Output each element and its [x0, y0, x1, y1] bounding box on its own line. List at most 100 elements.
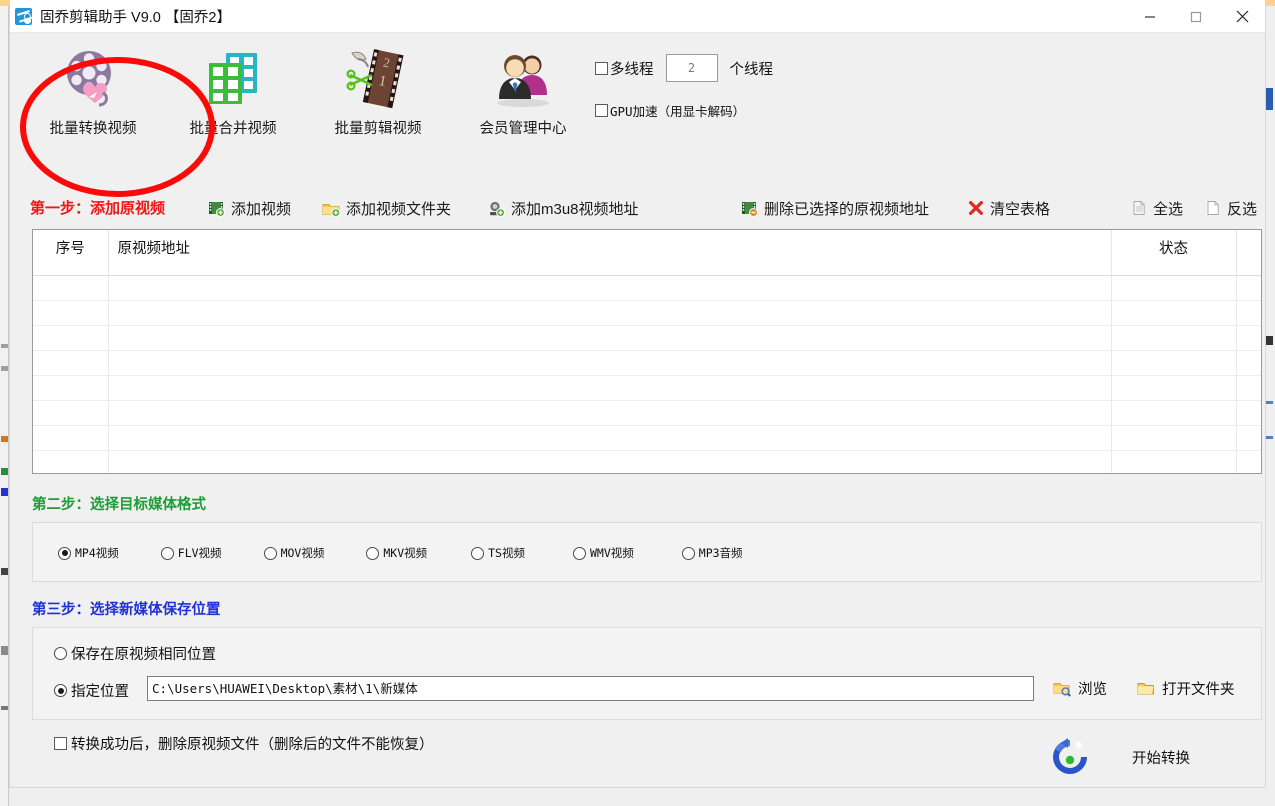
format-option-TS视频[interactable]: TS视频 [471, 545, 525, 561]
format-radio[interactable] [366, 546, 380, 560]
toolbar-button-label: 批量转换视频 [49, 121, 137, 137]
format-option-MOV视频[interactable]: MOV视频 [263, 545, 324, 561]
format-radio[interactable] [681, 546, 695, 560]
format-radio[interactable] [572, 546, 586, 560]
save-custom-location-option[interactable]: 指定位置 [54, 680, 129, 701]
table-cell[interactable] [108, 325, 1112, 351]
film-strip-scissors-icon: 2 1 [313, 42, 443, 116]
output-path-input[interactable]: C:\Users\HUAWEI\Desktop\素材\1\新媒体 [147, 676, 1034, 701]
bottom-area: 转换成功后，删除原视频文件（删除后的文件不能恢复） 开始转换 [10, 723, 1265, 787]
delete-selected-button[interactable]: 删除已选择的原视频地址 [741, 193, 929, 223]
table-row[interactable] [33, 275, 1261, 301]
table-cell[interactable] [1111, 275, 1237, 301]
column-header-status[interactable]: 状态 [1111, 230, 1237, 276]
table-cell[interactable] [33, 400, 109, 426]
format-label: FLV视频 [177, 546, 222, 560]
table-row[interactable] [33, 325, 1261, 351]
clear-table-button[interactable]: 清空表格 [968, 193, 1050, 223]
same-location-radio[interactable] [54, 647, 67, 660]
table-cell[interactable] [1236, 350, 1261, 376]
table-cell[interactable] [1111, 375, 1237, 401]
table-cell[interactable] [108, 425, 1112, 451]
table-cell[interactable] [1236, 425, 1261, 451]
table-cell[interactable] [1236, 300, 1261, 326]
add-video-label: 添加视频 [231, 200, 292, 218]
video-list-table[interactable]: 序号 原视频地址 状态 [32, 229, 1262, 474]
table-cell[interactable] [33, 275, 109, 301]
toolbar-button-batch-merge[interactable]: 批量合并视频 [168, 42, 298, 138]
thread-unit-label: 个线程 [729, 61, 774, 78]
browse-button[interactable]: 浏览 [1053, 678, 1107, 699]
table-cell[interactable] [33, 325, 109, 351]
table-cell[interactable] [33, 300, 109, 326]
step2-panel: MP4视频 FLV视频 MOV视频 MKV视频 TS视频 WMV视频 MP3音频 [32, 522, 1262, 582]
start-convert-button[interactable]: 开始转换 [1048, 735, 1190, 779]
table-cell[interactable] [1236, 450, 1261, 473]
format-option-MP3音频[interactable]: MP3音频 [681, 545, 743, 561]
table-row[interactable] [33, 350, 1261, 376]
open-folder-button[interactable]: 打开文件夹 [1137, 678, 1235, 699]
table-cell[interactable] [33, 375, 109, 401]
format-option-WMV视频[interactable]: WMV视频 [572, 545, 634, 561]
open-folder-icon [1137, 683, 1154, 695]
multithread-checkbox[interactable] [595, 61, 608, 75]
table-cell[interactable] [1236, 325, 1261, 351]
gpu-accel-checkbox[interactable] [595, 103, 608, 117]
delete-source-checkbox[interactable] [54, 737, 67, 750]
title-bar[interactable]: 固乔剪辑助手 V9.0 【固乔2】 [10, 0, 1265, 33]
table-header-row: 序号 原视频地址 状态 [33, 230, 1261, 276]
thread-count-input[interactable]: 2 [665, 54, 718, 82]
table-cell[interactable] [1111, 400, 1237, 426]
toolbar-button-member-center[interactable]: 会员管理中心 [458, 42, 588, 138]
add-video-button[interactable]: 添加视频 [208, 193, 291, 223]
table-row[interactable] [33, 300, 1261, 326]
table-cell[interactable] [1111, 300, 1237, 326]
format-option-FLV视频[interactable]: FLV视频 [160, 545, 222, 561]
table-cell[interactable] [1111, 350, 1237, 376]
table-cell[interactable] [1111, 450, 1237, 473]
table-row[interactable] [33, 450, 1261, 473]
format-radio[interactable] [58, 546, 71, 560]
clear-table-label: 清空表格 [990, 200, 1051, 218]
custom-location-radio[interactable] [54, 684, 67, 697]
add-m3u8-button[interactable]: 添加m3u8视频地址 [487, 193, 639, 223]
table-cell[interactable] [1236, 400, 1261, 426]
add-m3u8-label: 添加m3u8视频地址 [511, 200, 639, 218]
table-cell[interactable] [108, 400, 1112, 426]
maximize-button[interactable] [1173, 0, 1219, 33]
toolbar-button-label: 批量合并视频 [189, 121, 277, 137]
table-cell[interactable] [108, 375, 1112, 401]
format-radio[interactable] [263, 546, 277, 560]
table-row[interactable] [33, 375, 1261, 401]
table-cell[interactable] [33, 450, 109, 473]
minimize-button[interactable] [1127, 0, 1173, 33]
format-option-MP4视频[interactable]: MP4视频 [58, 545, 119, 561]
table-cell[interactable] [1236, 275, 1261, 301]
toolbar-button-batch-edit[interactable]: 2 1 批量剪辑视频 [313, 42, 443, 138]
table-cell[interactable] [33, 425, 109, 451]
close-button[interactable] [1219, 0, 1265, 33]
toolbar-button-batch-convert[interactable]: 批量转换视频 [28, 42, 158, 138]
delete-source-option[interactable]: 转换成功后，删除原视频文件（删除后的文件不能恢复） [54, 733, 434, 754]
select-all-button[interactable]: 全选 [1131, 193, 1183, 223]
table-row[interactable] [33, 425, 1261, 451]
format-radio[interactable] [160, 546, 174, 560]
table-cell[interactable] [108, 300, 1112, 326]
table-cell[interactable] [1111, 325, 1237, 351]
table-cell[interactable] [108, 450, 1112, 473]
table-cell[interactable] [33, 350, 109, 376]
table-row[interactable] [33, 400, 1261, 426]
column-header-index[interactable]: 序号 [33, 230, 109, 276]
column-header-source-path[interactable]: 原视频地址 [108, 230, 1112, 276]
same-location-label: 保存在原视频相同位置 [71, 647, 216, 663]
save-same-location-option[interactable]: 保存在原视频相同位置 [54, 643, 216, 664]
table-cell[interactable] [1236, 375, 1261, 401]
table-cell[interactable] [1111, 425, 1237, 451]
table-cell[interactable] [108, 275, 1112, 301]
format-option-MKV视频[interactable]: MKV视频 [366, 545, 427, 561]
add-folder-button[interactable]: 添加视频文件夹 [322, 193, 451, 223]
format-radio[interactable] [471, 546, 485, 560]
table-cell[interactable] [108, 350, 1112, 376]
invert-selection-button[interactable]: 反选 [1205, 193, 1257, 223]
window-controls [1127, 0, 1265, 33]
